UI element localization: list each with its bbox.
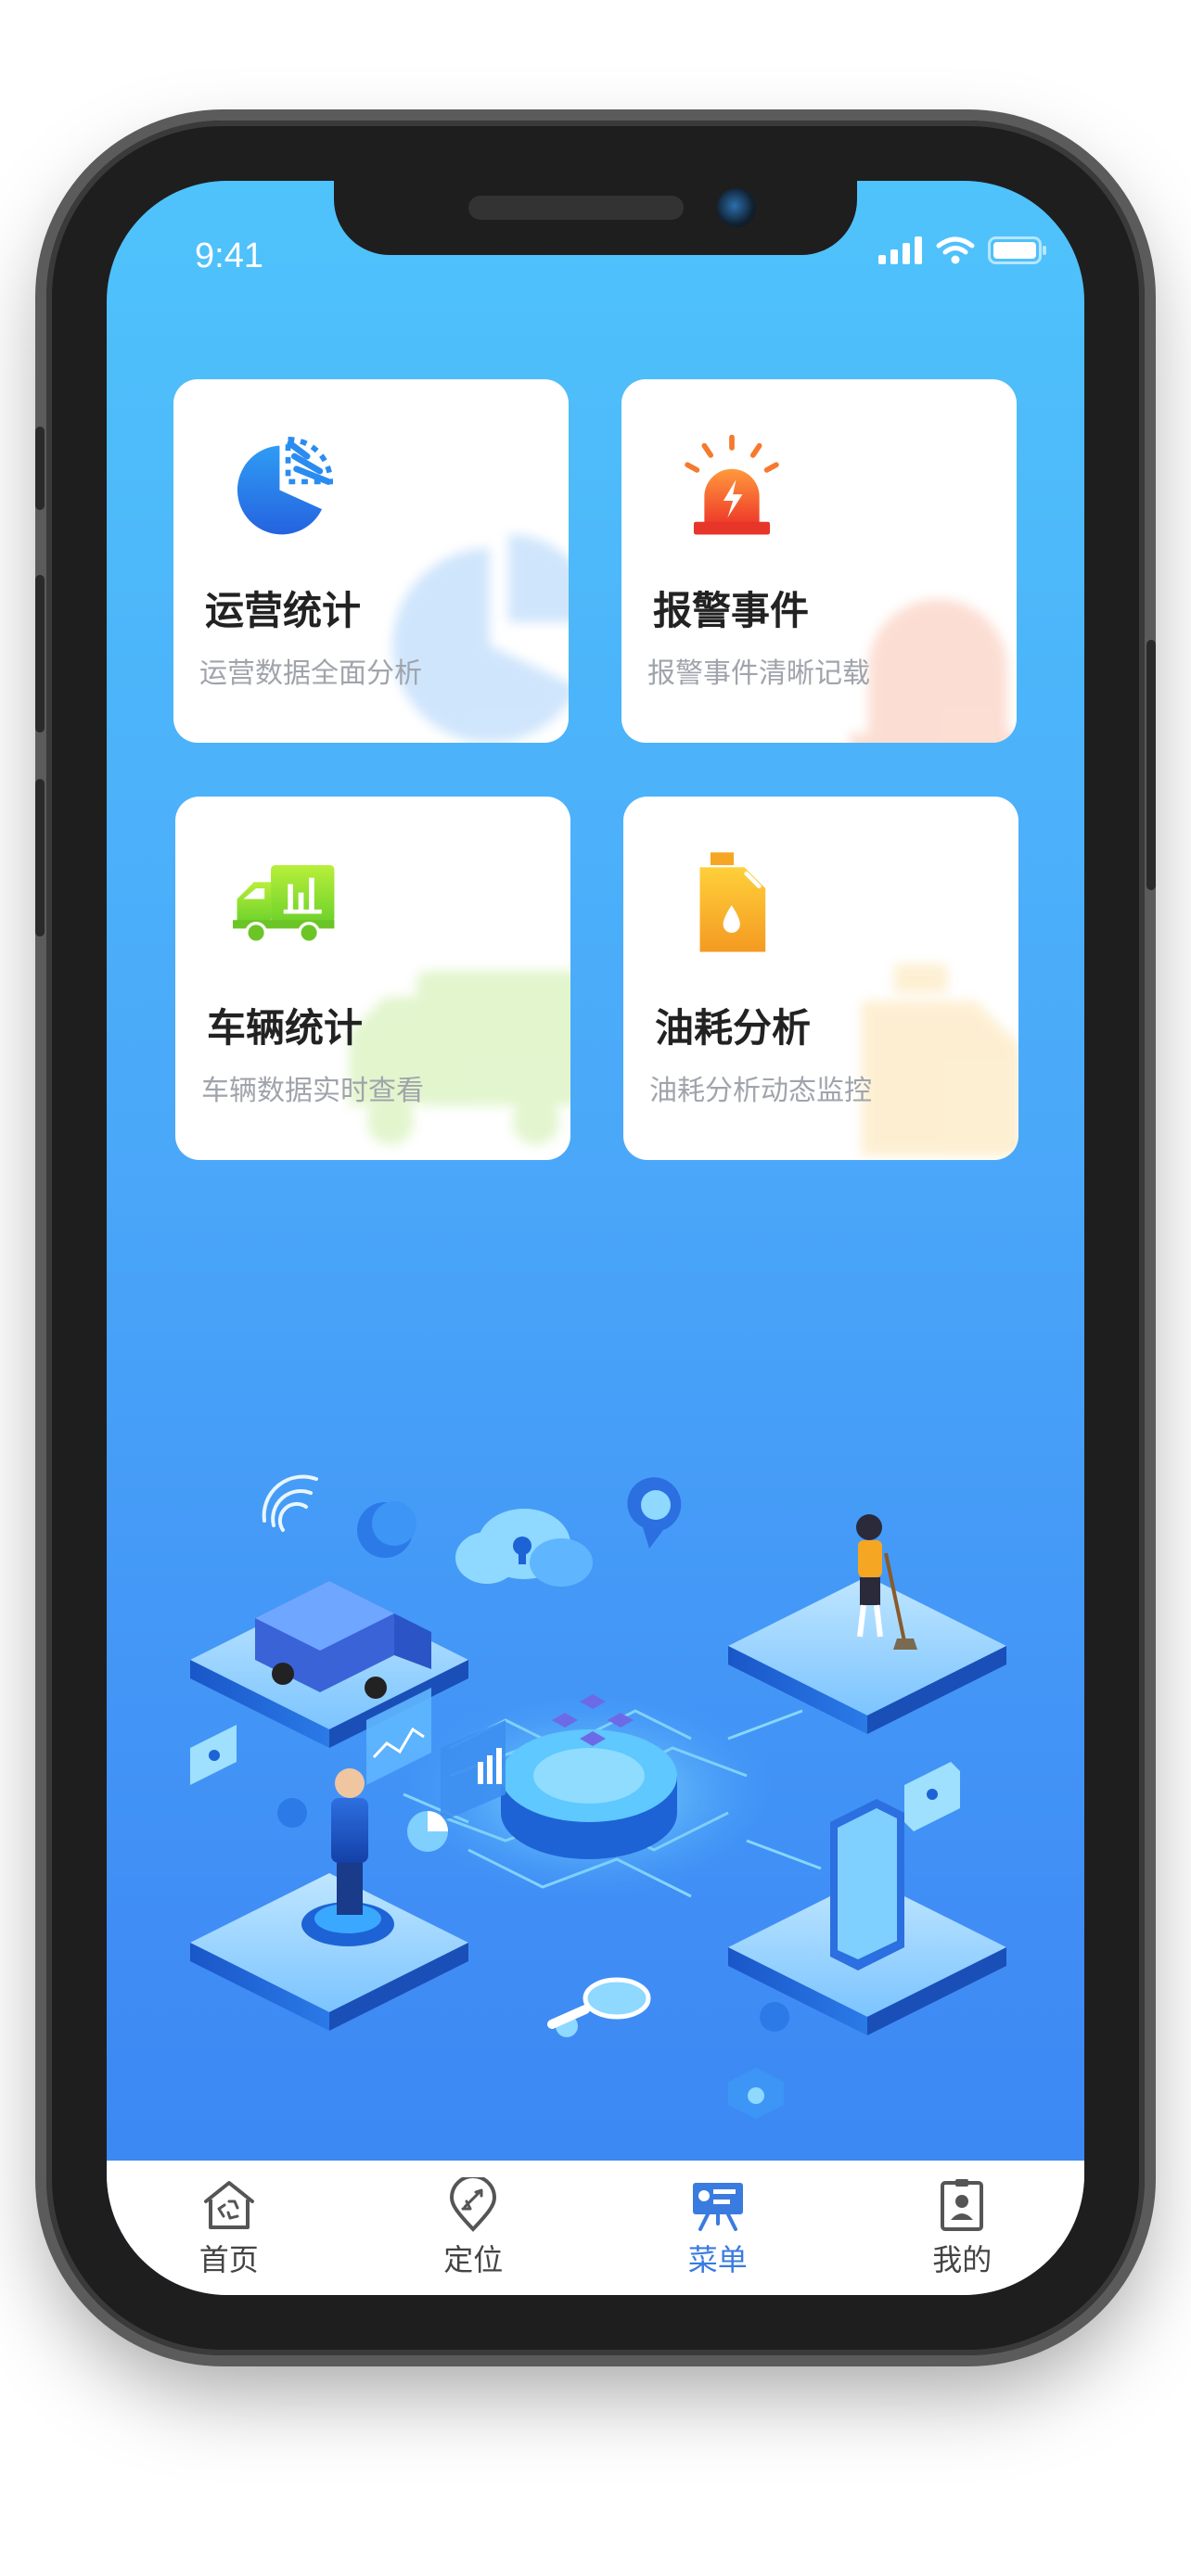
status-time: 9:41 <box>195 236 263 275</box>
tab-label: 定位 <box>443 2242 504 2277</box>
tab-label: 首页 <box>198 2242 259 2277</box>
card-description: 运营数据全面分析 <box>199 657 422 690</box>
card-operation-stats[interactable]: 运营统计 运营数据全面分析 <box>173 379 569 743</box>
card-fuel-analysis[interactable]: 油耗分析 油耗分析动态监控 <box>623 797 1018 1160</box>
mute-switch <box>35 427 45 510</box>
oil-can-icon <box>699 852 766 952</box>
battery-icon <box>988 236 1046 264</box>
card-description: 油耗分析动态监控 <box>649 1075 872 1107</box>
alarm-light-watermark <box>850 599 1017 743</box>
truck-icon <box>233 864 335 944</box>
tab-profile[interactable]: 我的 <box>888 2177 1036 2279</box>
pie-chart-icon <box>237 436 334 535</box>
phone-platform <box>728 1799 1006 2035</box>
card-alarm-events[interactable]: 报警事件 报警事件清晰记载 <box>621 379 1017 743</box>
wifi-icon <box>936 236 975 264</box>
card-description: 车辆数据实时查看 <box>201 1075 424 1107</box>
map-pin <box>627 1477 682 1549</box>
card-title: 运营统计 <box>205 588 362 633</box>
screen: 9:41 运营统计 运营数据全面分析 报警事件 报警事件清晰记载 车辆统计 车辆… <box>107 181 1084 2295</box>
speaker-grille <box>468 196 684 220</box>
cleaner-platform <box>728 1514 1006 1734</box>
front-camera <box>717 188 756 227</box>
volume-up-button <box>35 575 45 733</box>
card-description: 报警事件清晰记载 <box>647 657 870 690</box>
home-recycle-icon <box>203 2181 254 2229</box>
alarm-light-icon <box>685 434 779 535</box>
location-pin-icon <box>450 2177 497 2232</box>
tab-label: 菜单 <box>687 2242 748 2277</box>
card-title: 车辆统计 <box>207 1005 364 1051</box>
camera-cube <box>728 2068 784 2119</box>
truck-watermark <box>349 971 570 1145</box>
signal-icon <box>878 236 922 264</box>
pie-chart-watermark <box>392 534 569 743</box>
tab-bar: 首页 定位 菜单 我的 <box>107 2161 1084 2295</box>
card-title: 报警事件 <box>653 588 810 633</box>
oil-can-watermark <box>861 963 1018 1156</box>
magnifier <box>547 1977 651 2029</box>
phone-frame: 9:41 运营统计 运营数据全面分析 报警事件 报警事件清晰记载 车辆统计 车辆… <box>35 121 1156 2355</box>
smart-city-illustration <box>190 1474 1006 2119</box>
card-title: 油耗分析 <box>655 1005 812 1051</box>
tab-menu[interactable]: 菜单 <box>644 2177 792 2279</box>
notch <box>334 181 857 255</box>
cloud-lock <box>455 1509 593 1587</box>
volume-down-button <box>35 779 45 937</box>
profile-icon <box>941 2179 984 2231</box>
power-button <box>1146 640 1156 890</box>
tab-home[interactable]: 首页 <box>155 2177 303 2279</box>
menu-board-icon <box>692 2183 743 2231</box>
tab-label: 我的 <box>932 2242 992 2277</box>
card-vehicle-stats[interactable]: 车辆统计 车辆数据实时查看 <box>175 797 570 1160</box>
status-icons <box>878 236 1047 264</box>
tab-location[interactable]: 定位 <box>399 2177 547 2279</box>
